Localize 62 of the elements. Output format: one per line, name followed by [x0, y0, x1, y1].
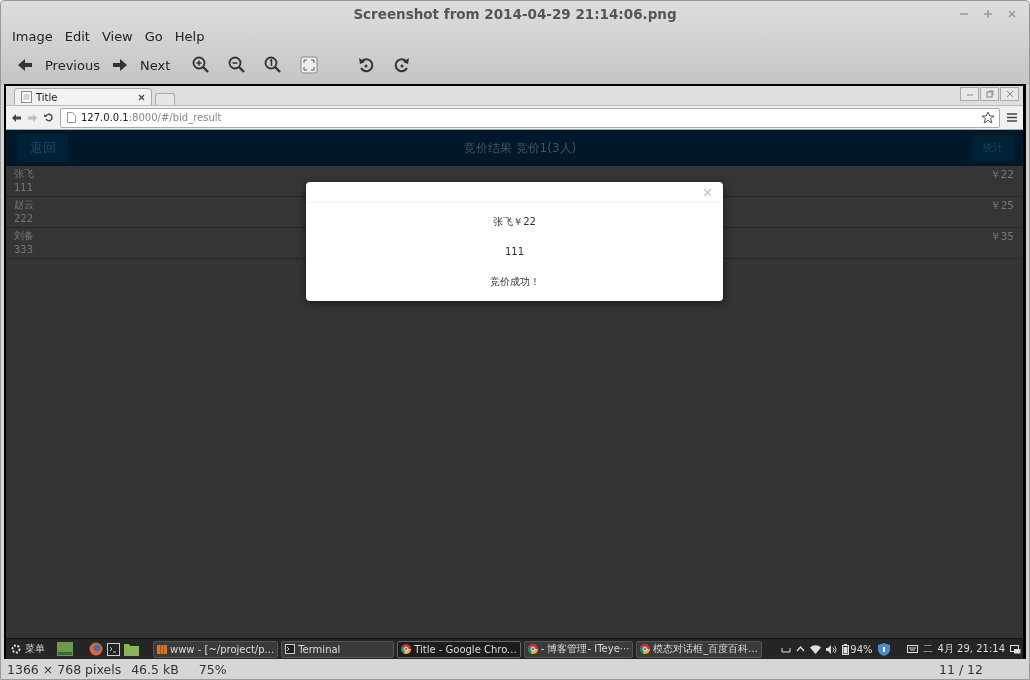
- image-position: 11 / 12: [939, 661, 983, 677]
- show-desktop-icon[interactable]: [1010, 644, 1021, 654]
- wifi-icon[interactable]: [810, 644, 822, 654]
- window-title: Screenshot from 2014-04-29 21:14:06.png: [353, 5, 677, 22]
- bidder-name: 张飞: [14, 167, 34, 181]
- terminal-icon: [285, 644, 296, 654]
- image-dimensions: 1366 × 768 pixels: [7, 661, 122, 677]
- battery-indicator[interactable]: 94%: [842, 643, 873, 655]
- app-icon: [157, 644, 167, 654]
- zoom-normal-icon[interactable]: [264, 56, 283, 74]
- next-button[interactable]: Next: [107, 57, 179, 73]
- start-menu-button[interactable]: 菜单: [10, 642, 45, 656]
- bid-price: ￥35: [989, 229, 1014, 244]
- page-icon: [21, 91, 32, 103]
- modal-text: 111: [504, 245, 525, 259]
- zoom-in-icon[interactable]: [192, 56, 211, 74]
- menu-item[interactable]: Go: [138, 28, 169, 44]
- volume-icon[interactable]: [826, 644, 838, 654]
- bidder-name: 赵云: [14, 198, 34, 212]
- browser-tab[interactable]: Title: [14, 88, 152, 105]
- right-arrow-icon: [111, 58, 128, 72]
- address-field[interactable]: 127.0.0.1:8000/#/bid_result: [60, 107, 1000, 128]
- menu-item[interactable]: Help: [168, 28, 211, 44]
- caret-icon[interactable]: [796, 646, 806, 652]
- bid-price: ￥25: [989, 198, 1014, 213]
- rotate-right-icon[interactable]: [393, 56, 412, 74]
- taskbar-button[interactable]: - 博客管理- ITeye···: [523, 640, 634, 658]
- chrome-icon: [401, 644, 412, 654]
- page-icon: [67, 112, 76, 123]
- back-icon[interactable]: [12, 113, 21, 122]
- taskbar-button[interactable]: Title - Google Chro...: [397, 640, 521, 658]
- left-arrow-icon: [17, 58, 33, 72]
- bidder-code: 111: [14, 181, 34, 195]
- bidder-code: 333: [14, 243, 34, 257]
- shield-icon[interactable]: [877, 642, 890, 656]
- terminal-icon[interactable]: [107, 642, 120, 656]
- menu-item[interactable]: Image: [6, 28, 59, 44]
- modal-text: 竞价成功！: [489, 275, 540, 289]
- menu-item[interactable]: Edit: [58, 28, 96, 44]
- gear-icon: [10, 643, 22, 655]
- file-size: 46.5 kB: [131, 661, 179, 677]
- close-icon[interactable]: [138, 93, 145, 101]
- weekday-label: 二: [922, 642, 933, 656]
- reload-icon[interactable]: [44, 113, 53, 122]
- taskbar-button[interactable]: Terminal: [281, 640, 395, 658]
- menu-item[interactable]: View: [95, 28, 139, 44]
- chrome-icon: [527, 644, 538, 654]
- bookmark-star-icon[interactable]: [981, 110, 995, 125]
- menu-icon[interactable]: [1007, 113, 1017, 122]
- taskbar-button[interactable]: www - [~/project/p...: [153, 640, 279, 658]
- folder-icon[interactable]: [124, 642, 139, 656]
- bid-price: ￥22: [989, 167, 1014, 182]
- taskbar-button[interactable]: 模态对话框_百度百科...: [636, 640, 762, 658]
- chrome-icon: [640, 644, 651, 654]
- rotate-left-icon[interactable]: [357, 56, 376, 74]
- modal-text: 张飞￥22: [493, 215, 536, 229]
- previous-button[interactable]: Previous: [13, 57, 108, 73]
- battery-icon: [842, 643, 850, 655]
- zoom-level: 75%: [198, 661, 227, 677]
- clock[interactable]: 4月 29, 21:14: [937, 642, 1005, 656]
- zoom-out-icon[interactable]: [228, 56, 247, 74]
- bidder-code: 222: [14, 212, 34, 226]
